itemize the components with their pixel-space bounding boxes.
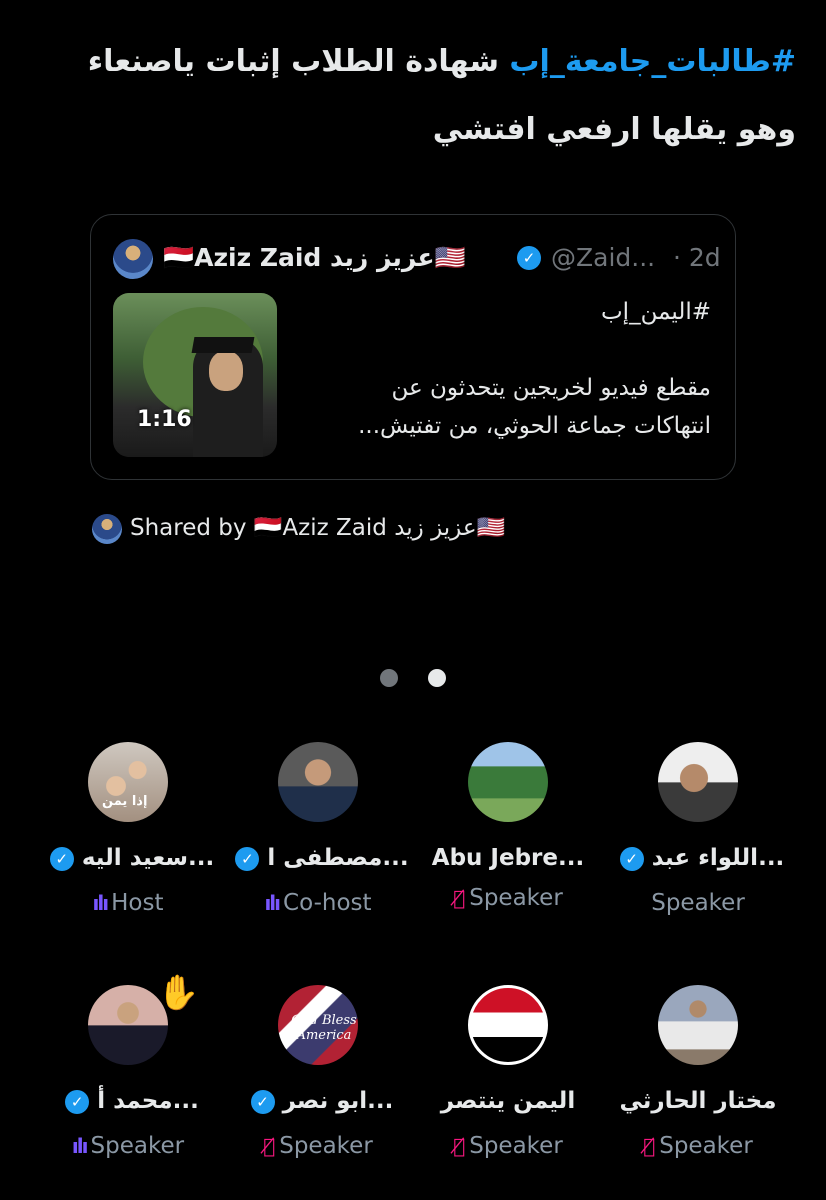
speaker-name-row: ✓ ابو نصر... [223, 1088, 413, 1114]
quote-body-line2: انتهاكات جماعة الحوثي، من تفتيش... [358, 413, 711, 439]
graduation-cap-icon [191, 337, 255, 353]
speaker-name: ابو نصر... [282, 1088, 394, 1114]
tweet-text: #طالبات_جامعة_إب شهادة الطلاب إثبات ياصن… [30, 28, 796, 164]
speaker-role: Speaker [279, 1133, 373, 1159]
verified-icon: ✓ [235, 846, 260, 871]
speaker-role: Host [111, 890, 164, 916]
speaker-avatar[interactable] [88, 985, 168, 1065]
speaker-name-row: ✓ محمد أ... [33, 1088, 223, 1114]
speaker-role-row: 🎙̸ Speaker [223, 1133, 413, 1159]
page-dot-2-active[interactable] [428, 669, 446, 687]
thumbnail-face [209, 351, 243, 391]
speaker-role: Co-host [283, 890, 372, 916]
avatar-text: God Bless America [291, 1013, 357, 1043]
talking-icon: ılı [264, 891, 281, 915]
quote-header: 🇾🇪Aziz Zaid عزيز زيد🇺🇸 ✓ @Zaid... · 2d [113, 239, 721, 279]
speaker-role-row: 🎙̸ Speaker [603, 1133, 793, 1159]
speaker-name-row: اليمن ينتصر [413, 1088, 603, 1114]
speaker-name-row: مختار الحارثي [603, 1088, 793, 1114]
speaker-role-row: 🎙̸ Speaker [413, 1133, 603, 1159]
speaker-role: Speaker [90, 1133, 185, 1159]
speaker-role-row: 🎙̸ Speaker [413, 885, 603, 911]
speaker-role: Speaker [469, 1133, 563, 1159]
speaker-name-row: ✓ اللواء عبد... [603, 845, 793, 871]
quote-author-handle: @Zaid... [551, 243, 656, 272]
speaker-avatar[interactable] [468, 742, 548, 822]
verified-icon: ✓ [250, 1089, 275, 1114]
quote-author-avatar[interactable] [113, 239, 153, 279]
speaker-name-row: Abu Jebre... [413, 845, 603, 871]
speaker-avatar[interactable]: إذا يمن [88, 742, 168, 822]
raised-hand-icon: ✋ [157, 973, 200, 1013]
quote-body-line1: مقطع فيديو لخريجين يتحدثون عن [391, 375, 711, 401]
speaker-avatar[interactable] [658, 742, 738, 822]
muted-mic-icon: 🎙̸ [453, 1134, 466, 1158]
speaker-role-row: ılı Speaker [33, 1133, 223, 1159]
talking-icon: ılı [71, 1134, 89, 1158]
speaker-role: Speaker [651, 890, 745, 916]
speaker-name: اللواء عبد... [651, 845, 785, 871]
avatar-text: إذا يمن [102, 794, 148, 809]
speaker-name-row: ✓ مصطفى ا... [223, 845, 413, 871]
shared-by-avatar [92, 514, 122, 544]
speaker-name: مختار الحارثي [619, 1088, 777, 1114]
verified-icon: ✓ [49, 846, 74, 871]
speaker-avatar[interactable] [468, 985, 548, 1065]
speaker-role: Speaker [469, 885, 563, 911]
speaker-role-row: Speaker [603, 890, 793, 916]
speaker-avatar[interactable] [658, 985, 738, 1065]
speaker-name-row: ✓ سعيد اليه... [33, 845, 223, 871]
quote-timestamp: · 2d [673, 243, 721, 272]
quote-body: #اليمن_إب مقطع فيديو لخريجين يتحدثون عن … [291, 293, 711, 445]
muted-mic-icon: 🎙̸ [453, 886, 466, 910]
shared-by-text: Shared by 🇾🇪Aziz Zaid عزيز زيد🇺🇸 [130, 515, 506, 541]
speaker-name: مصطفى ا... [267, 845, 409, 871]
muted-mic-icon: 🎙̸ [643, 1134, 656, 1158]
page-dot-1[interactable] [380, 669, 398, 687]
speaker-avatar[interactable]: God Bless America [278, 985, 358, 1065]
verified-icon: ✓ [517, 246, 541, 270]
quote-hashtag[interactable]: #اليمن_إب [291, 293, 711, 331]
speaker-avatar[interactable] [278, 742, 358, 822]
speaker-role-row: ılı Host [33, 890, 223, 916]
talking-icon: ılı [92, 891, 110, 915]
video-duration: 1:16 [137, 407, 192, 432]
speaker-name: محمد أ... [97, 1088, 199, 1114]
speaker-role-row: ılı Co-host [223, 890, 413, 916]
speaker-name: Abu Jebre... [431, 845, 585, 871]
tweet-text-line1: شهادة الطلاب إثبات ياصنعاء [87, 44, 510, 79]
verified-icon: ✓ [65, 1089, 90, 1114]
verified-icon: ✓ [619, 846, 644, 871]
tweet-text-line2: وهو يقلها ارفعي افتشي [432, 112, 796, 147]
speaker-role: Speaker [659, 1133, 753, 1159]
muted-mic-icon: 🎙̸ [263, 1134, 276, 1158]
video-thumbnail[interactable]: 1:16 [113, 293, 277, 457]
speaker-name: سعيد اليه... [81, 845, 215, 871]
speaker-name: اليمن ينتصر [440, 1088, 576, 1114]
quote-tweet-card[interactable]: 🇾🇪Aziz Zaid عزيز زيد🇺🇸 ✓ @Zaid... · 2d 1… [90, 214, 736, 480]
quote-author-name[interactable]: 🇾🇪Aziz Zaid عزيز زيد🇺🇸 [163, 243, 466, 273]
tweet-hashtag-link[interactable]: #طالبات_جامعة_إب [509, 44, 796, 79]
